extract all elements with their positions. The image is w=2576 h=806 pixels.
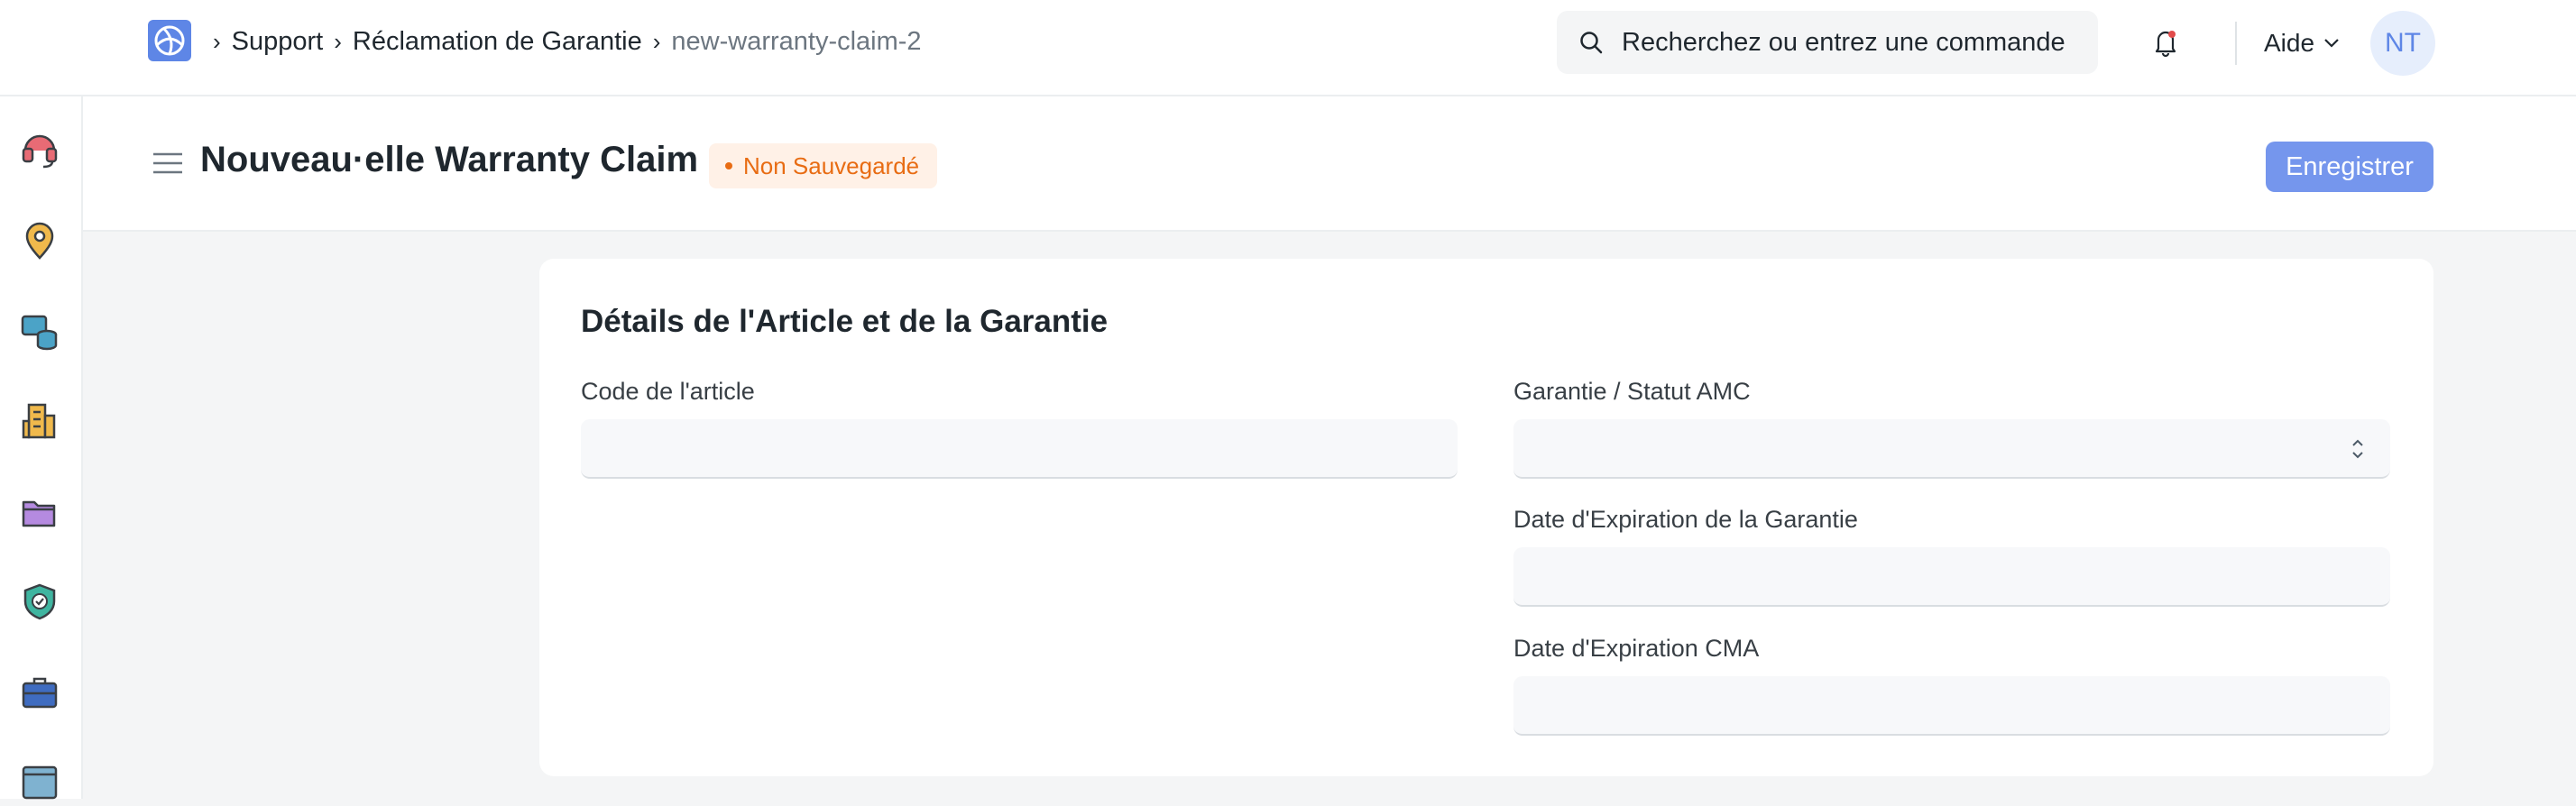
search-placeholder: Recherchez ou entrez une commande [1622, 27, 2065, 57]
status-badge: Non Sauvegardé [709, 143, 938, 188]
item-code-label: Code de l'article [581, 378, 755, 405]
page-header: Nouveau·elle Warranty Claim Non Sauvegar… [83, 96, 2576, 232]
save-button[interactable]: Enregistrer [2266, 142, 2433, 192]
window-icon[interactable] [20, 762, 60, 801]
item-code-field[interactable] [581, 419, 1458, 479]
breadcrumb-current: new-warranty-claim-2 [671, 26, 922, 56]
sidebar [0, 96, 83, 801]
breadcrumb-warranty-claim[interactable]: Réclamation de Garantie [353, 27, 642, 57]
section-title: Détails de l'Article et de la Garantie [581, 304, 1109, 339]
chevron-down-icon [2324, 39, 2339, 48]
map-pin-icon[interactable] [20, 221, 60, 261]
chevron-right-icon: › [213, 27, 221, 55]
navbar-divider [2235, 22, 2237, 65]
search-icon [1580, 32, 1603, 54]
warranty-expiry-label: Date d'Expiration de la Garantie [1513, 506, 1858, 533]
menu-icon[interactable] [153, 152, 182, 179]
navbar: › Support › Réclamation de Garantie › ne… [0, 0, 2576, 96]
amc-expiry-field[interactable] [1513, 676, 2390, 736]
briefcase-icon[interactable] [20, 672, 60, 711]
building-icon[interactable] [20, 401, 60, 441]
status-dot-icon [725, 162, 732, 169]
database-icon[interactable] [20, 311, 60, 351]
notification-bell-icon[interactable] [2152, 27, 2179, 62]
form-section-card: Détails de l'Article et de la Garantie C… [539, 259, 2433, 776]
warranty-status-select[interactable] [1513, 419, 2390, 479]
search-input[interactable]: Recherchez ou entrez une commande [1557, 11, 2098, 74]
shield-check-icon[interactable] [20, 582, 60, 621]
amc-expiry-label: Date d'Expiration CMA [1513, 635, 1760, 662]
breadcrumb-support[interactable]: Support [232, 27, 324, 57]
help-label: Aide [2264, 29, 2315, 57]
warranty-expiry-field[interactable] [1513, 547, 2390, 607]
status-badge-label: Non Sauvegardé [743, 151, 920, 179]
help-dropdown[interactable]: Aide [2264, 25, 2340, 61]
page-title: Nouveau·elle Warranty Claim [200, 140, 699, 179]
support-icon[interactable] [20, 131, 60, 170]
folder-icon[interactable] [20, 491, 60, 531]
chevron-right-icon: › [334, 27, 342, 55]
breadcrumb: › Support › Réclamation de Garantie › ne… [213, 23, 922, 60]
select-arrows-icon [2352, 439, 2363, 459]
warranty-status-label: Garantie / Statut AMC [1513, 378, 1751, 405]
avatar[interactable]: NT [2370, 11, 2435, 76]
app-logo-icon[interactable] [148, 20, 191, 61]
chevron-right-icon: › [652, 27, 661, 55]
